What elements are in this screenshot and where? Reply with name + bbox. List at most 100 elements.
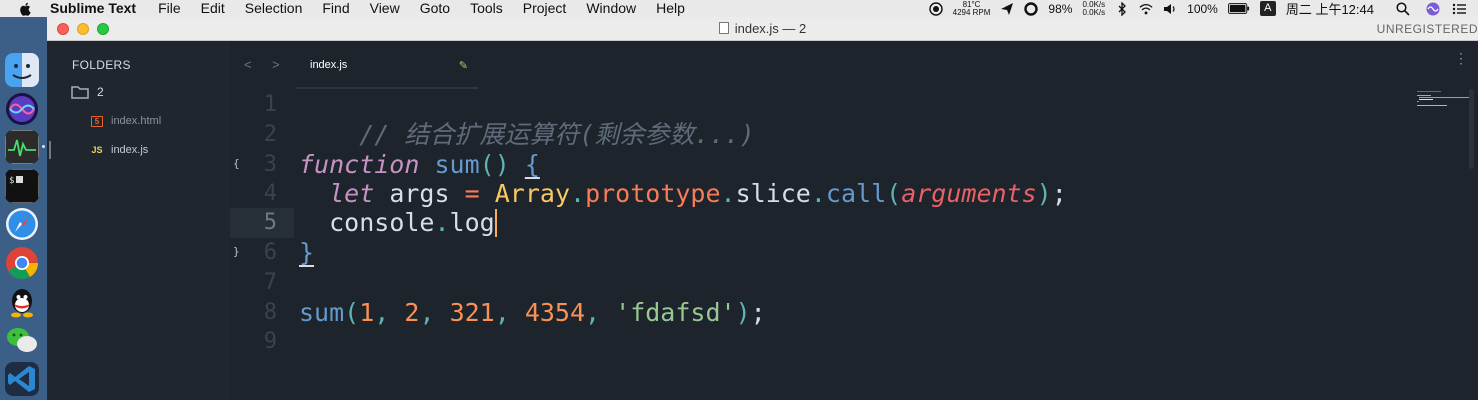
safari-icon[interactable] [5, 207, 39, 241]
code-line-6: } [299, 238, 314, 268]
sidebar-folder-label: 2 [97, 85, 104, 99]
unregistered-label: UNREGISTERED [1376, 22, 1478, 36]
apple-logo-icon[interactable] [18, 2, 34, 16]
sidebar-file-label: index.js [111, 144, 149, 156]
menu-bar: Sublime Text File Edit Selection Find Vi… [0, 0, 1478, 17]
paren-token: ( [344, 298, 360, 327]
menu-find[interactable]: Find [322, 0, 349, 17]
code-editor[interactable]: 1 2 3 4 5 6 7 8 9 { } // 结合扩展运算符(剩余参数...… [230, 89, 1415, 400]
network-speed[interactable]: 0.0K/s 0.0K/s [1082, 0, 1105, 17]
operator-token: = [464, 179, 480, 208]
document-proxy-icon[interactable] [718, 22, 729, 34]
line-number: 1 [263, 92, 277, 117]
fold-close-marker[interactable]: } [233, 245, 240, 258]
semicolon-token: ; [750, 298, 766, 327]
more-options-icon[interactable]: ⋮ [1454, 51, 1468, 65]
volume-icon[interactable] [1163, 2, 1177, 16]
keyword-token: function [299, 150, 420, 179]
battery-icon[interactable] [1227, 3, 1250, 14]
method-token: call [825, 179, 887, 208]
cpu-ring-icon[interactable] [1024, 1, 1039, 16]
battery-percent[interactable]: 98% [1048, 2, 1072, 16]
running-indicator [42, 145, 45, 148]
code-line-8: sum(1, 2, 321, 4354, 'fdafsd'); [299, 298, 766, 328]
tab-forward-chevron-icon[interactable]: > [272, 57, 280, 72]
sidebar-file-label: index.html [111, 115, 162, 127]
dock: $ [0, 17, 47, 400]
number-token: 321 [449, 298, 495, 327]
sidebar-file-index-js[interactable]: JS index.js [91, 144, 148, 156]
line-number: 7 [263, 270, 277, 295]
comma-token: , [585, 298, 616, 327]
wifi-icon[interactable] [1139, 2, 1153, 16]
parens-token: () [479, 150, 510, 179]
finder-icon[interactable] [5, 53, 39, 87]
chrome-icon[interactable] [5, 246, 39, 280]
window-title: index.js — 2 [47, 17, 1478, 41]
siri-menu-icon[interactable] [1426, 2, 1440, 16]
spotlight-search-icon[interactable] [1396, 1, 1410, 16]
tab-back-chevron-icon[interactable]: < [244, 57, 252, 72]
brace-open-token: { [524, 150, 540, 179]
status-area: 81°C 4294 RPM 98% 0.0K/s 0.0K/s 100% A 周… [919, 0, 1478, 17]
keyword-token: let [329, 179, 375, 208]
line-number: 8 [263, 300, 277, 325]
object-token: console [329, 208, 435, 237]
dot-token: . [810, 179, 826, 208]
menu-view[interactable]: View [370, 0, 400, 17]
menu-project[interactable]: Project [523, 0, 567, 17]
line-number: 4 [263, 181, 277, 206]
menu-window[interactable]: Window [586, 0, 636, 17]
menu-help[interactable]: Help [656, 0, 685, 17]
sidebar-file-index-html[interactable]: 5 index.html [91, 115, 161, 127]
minimap[interactable] [1415, 89, 1478, 400]
qq-icon[interactable] [5, 285, 39, 319]
temp-rpm-readout[interactable]: 81°C 4294 RPM [953, 0, 991, 17]
menu-goto[interactable]: Goto [420, 0, 450, 17]
activity-monitor-icon[interactable] [5, 130, 39, 164]
function-call-token: sum [299, 298, 345, 327]
record-icon[interactable] [928, 1, 943, 16]
dot-token: . [720, 179, 736, 208]
method-token: log [449, 208, 495, 237]
dot-token: . [434, 208, 450, 237]
comment-token: // 结合扩展运算符(剩余参数...) [359, 120, 755, 149]
minimap-line [1417, 101, 1419, 102]
sidebar-folder-2[interactable]: 2 [71, 85, 104, 99]
notification-center-icon[interactable] [1452, 2, 1466, 16]
paren-token: ) [1036, 179, 1052, 208]
tab-bar: < > index.js ✎ ⋮ [230, 41, 1478, 89]
send-icon[interactable] [1000, 2, 1014, 16]
dot-token: . [570, 179, 586, 208]
menu-edit[interactable]: Edit [201, 0, 225, 17]
fold-open-marker[interactable]: { [233, 157, 240, 170]
tab-index-js[interactable]: index.js ✎ [296, 53, 478, 89]
folder-open-icon [71, 86, 89, 99]
semicolon-token: ; [1051, 179, 1067, 208]
line-number: 2 [263, 122, 277, 147]
wechat-icon[interactable] [5, 323, 39, 357]
menu-app-name[interactable]: Sublime Text [50, 0, 136, 17]
code-line-3: function sum() { [299, 150, 540, 180]
text-cursor [494, 209, 497, 237]
power-percent[interactable]: 100% [1187, 2, 1218, 16]
paren-token: ( [886, 179, 902, 208]
minimap-line [1419, 99, 1433, 100]
menu-file[interactable]: File [158, 0, 181, 17]
property-token: slice [735, 179, 811, 208]
bluetooth-icon[interactable] [1115, 1, 1129, 16]
clock[interactable]: 周二 上午12:44 [1286, 0, 1374, 18]
window-title-text: index.js — 2 [734, 21, 807, 36]
minimap-line [1417, 91, 1441, 92]
sidebar: FOLDERS 2 5 index.html JS index.js [47, 41, 230, 400]
scrollbar[interactable] [1469, 89, 1474, 169]
vscode-icon[interactable] [5, 362, 39, 396]
input-method-indicator[interactable]: A [1259, 1, 1276, 16]
javascript-icon: JS [91, 145, 103, 155]
paren-token: ) [735, 298, 751, 327]
terminal-icon[interactable]: $ [5, 169, 39, 203]
siri-icon[interactable] [5, 92, 39, 126]
menu-selection[interactable]: Selection [245, 0, 303, 17]
menu-tools[interactable]: Tools [470, 0, 503, 17]
unsaved-pencil-icon[interactable]: ✎ [459, 59, 468, 72]
